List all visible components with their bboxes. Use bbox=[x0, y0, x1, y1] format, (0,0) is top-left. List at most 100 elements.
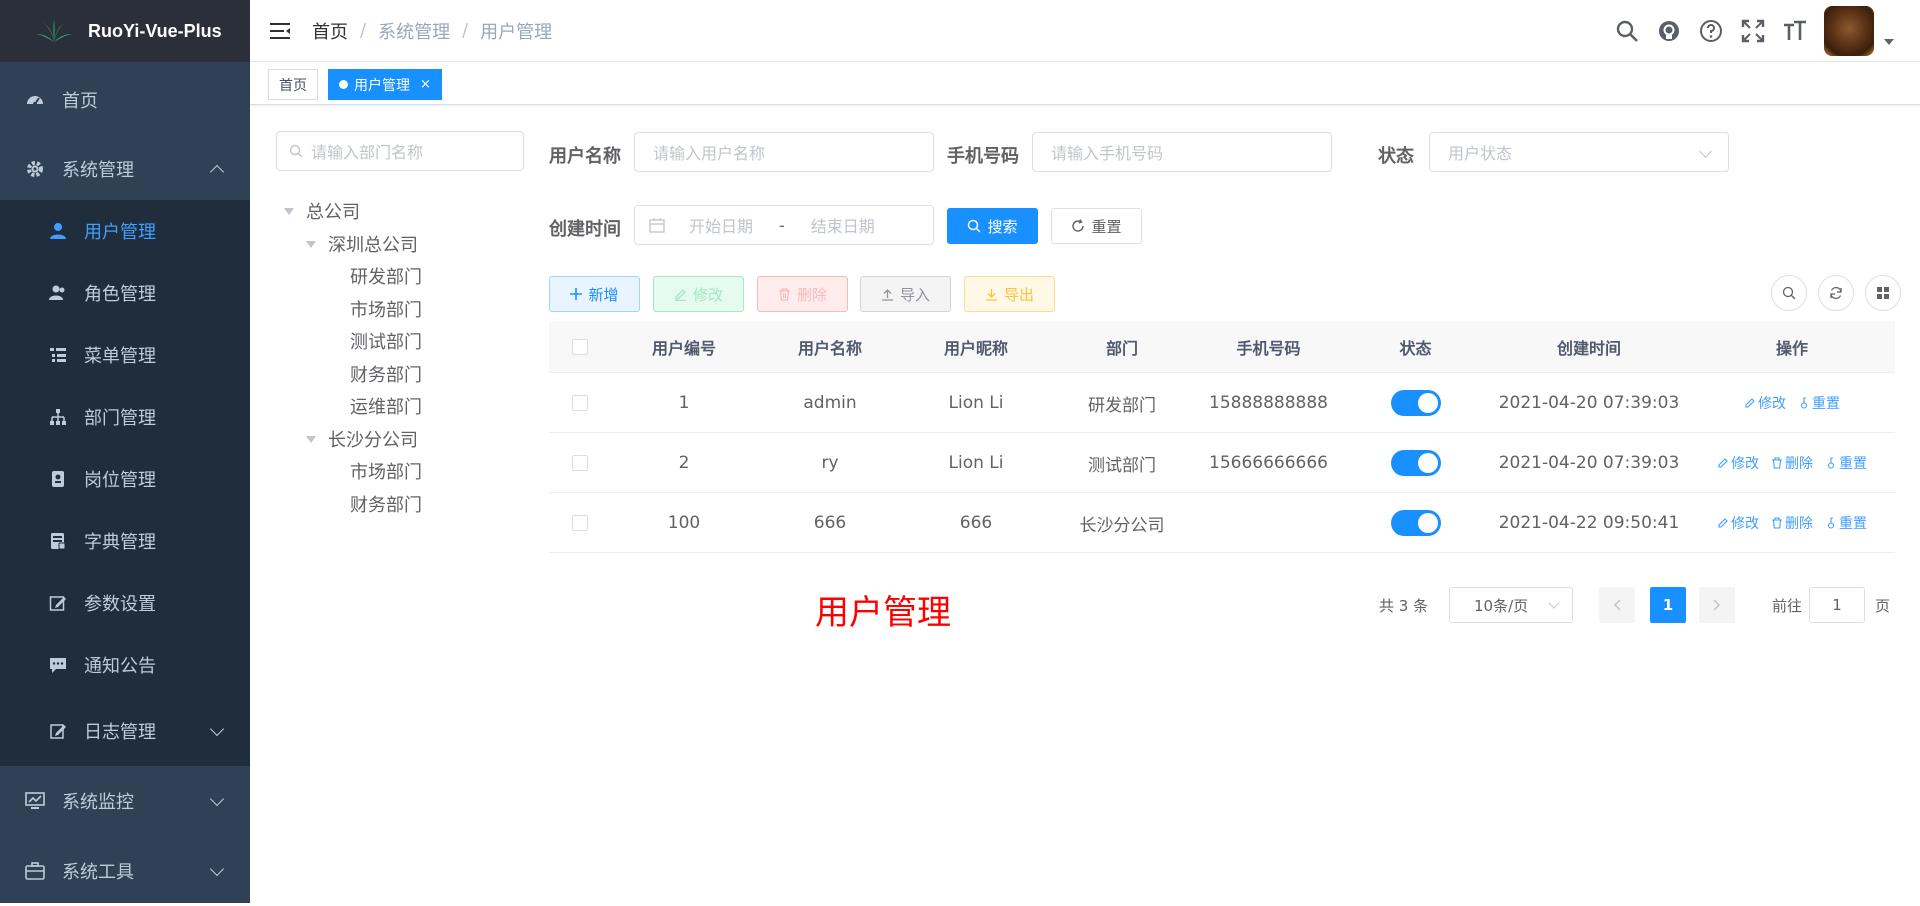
col-header: 状态 bbox=[1399, 339, 1432, 358]
hamburger-icon[interactable] bbox=[270, 22, 292, 40]
next-page-button[interactable] bbox=[1699, 587, 1735, 623]
tree-node-dept[interactable]: 市场部门 bbox=[350, 294, 422, 324]
caret-down-icon[interactable] bbox=[306, 435, 316, 443]
status-select[interactable]: 用户状态 bbox=[1429, 132, 1729, 172]
edit-link[interactable]: 修改 bbox=[1717, 513, 1759, 533]
tree-node-shenzhen[interactable]: 深圳总公司 bbox=[306, 229, 418, 259]
logo-icon bbox=[36, 19, 72, 42]
breadcrumb-home[interactable]: 首页 bbox=[312, 18, 348, 44]
status-switch[interactable] bbox=[1390, 510, 1441, 536]
font-size-icon[interactable] bbox=[1774, 10, 1816, 52]
cell-dept: 测试部门 bbox=[1088, 455, 1156, 476]
row-checkbox[interactable] bbox=[572, 515, 588, 531]
export-button[interactable]: 导出 bbox=[964, 276, 1055, 312]
avatar[interactable] bbox=[1824, 6, 1874, 56]
delete-button[interactable]: 删除 bbox=[757, 276, 848, 312]
edit-icon bbox=[1718, 518, 1728, 528]
search-icon[interactable] bbox=[1606, 10, 1648, 52]
tree-node-dept[interactable]: 财务部门 bbox=[350, 489, 422, 519]
refresh-icon bbox=[1830, 286, 1842, 300]
tag-home[interactable]: 首页 bbox=[268, 69, 318, 100]
goto-page-input[interactable]: 1 bbox=[1809, 587, 1865, 623]
edit-link[interactable]: 修改 bbox=[1717, 453, 1759, 473]
row-checkbox[interactable] bbox=[572, 395, 588, 411]
menu-item-home[interactable]: 首页 bbox=[0, 62, 250, 138]
reset-button[interactable]: 重置 bbox=[1051, 208, 1142, 244]
key-icon bbox=[1800, 397, 1808, 409]
sidebar-item-config[interactable]: 参数设置 bbox=[0, 572, 250, 634]
key-icon bbox=[1827, 517, 1835, 529]
caret-down-icon[interactable] bbox=[284, 207, 294, 215]
phone-label: 手机号码 bbox=[947, 146, 1019, 167]
refresh-button[interactable] bbox=[1818, 275, 1854, 311]
reset-password-link[interactable]: 重置 bbox=[1825, 453, 1867, 473]
caret-down-icon[interactable] bbox=[1884, 39, 1894, 45]
tree-node-dept[interactable]: 市场部门 bbox=[350, 456, 422, 486]
select-all-checkbox[interactable] bbox=[572, 339, 588, 355]
tree-node-dept[interactable]: 财务部门 bbox=[350, 359, 422, 389]
menu-item-system[interactable]: 系统管理 bbox=[0, 138, 250, 200]
edit-link[interactable]: 修改 bbox=[1744, 393, 1786, 413]
table-row: 1 admin Lion Li 研发部门 15888888888 2021-04… bbox=[549, 373, 1895, 433]
start-date-input[interactable]: 开始日期 bbox=[689, 213, 753, 237]
reset-password-link[interactable]: 重置 bbox=[1798, 393, 1840, 413]
reset-password-link[interactable]: 重置 bbox=[1825, 513, 1867, 533]
sidebar-item-menu[interactable]: 菜单管理 bbox=[0, 324, 250, 386]
sidebar-item-log[interactable]: 日志管理 bbox=[0, 696, 250, 766]
log-icon bbox=[48, 721, 68, 741]
page-size-select[interactable]: 10条/页 bbox=[1449, 587, 1573, 623]
sidebar-item-dept[interactable]: 部门管理 bbox=[0, 386, 250, 448]
sidebar-label-dict: 字典管理 bbox=[84, 532, 156, 553]
username-input[interactable]: 请输入用户名称 bbox=[634, 132, 934, 172]
status-switch[interactable] bbox=[1390, 450, 1441, 476]
message-icon bbox=[48, 655, 68, 675]
delete-link[interactable]: 删除 bbox=[1771, 513, 1813, 533]
fullscreen-icon[interactable] bbox=[1732, 10, 1774, 52]
dashboard-icon bbox=[24, 89, 46, 111]
caret-down-icon[interactable] bbox=[306, 240, 316, 248]
sidebar-label-config: 参数设置 bbox=[84, 594, 156, 615]
import-button[interactable]: 导入 bbox=[860, 276, 951, 312]
sidebar-item-dict[interactable]: 字典管理 bbox=[0, 510, 250, 572]
logo[interactable]: RuoYi-Vue-Plus bbox=[0, 0, 250, 62]
sidebar-item-post[interactable]: 岗位管理 bbox=[0, 448, 250, 510]
tags-view: 首页 用户管理 × bbox=[250, 63, 1920, 105]
trash-icon bbox=[778, 287, 791, 301]
question-icon[interactable] bbox=[1690, 10, 1732, 52]
sidebar-item-role[interactable]: 角色管理 bbox=[0, 262, 250, 324]
edit-button[interactable]: 修改 bbox=[653, 276, 744, 312]
dept-search-placeholder: 请输入部门名称 bbox=[311, 143, 424, 162]
date-range-picker[interactable]: 开始日期 - 结束日期 bbox=[634, 205, 934, 245]
tree-node-dept[interactable]: 运维部门 bbox=[350, 391, 422, 421]
row-checkbox[interactable] bbox=[572, 455, 588, 471]
add-button[interactable]: 新增 bbox=[549, 276, 640, 312]
prev-page-button[interactable] bbox=[1599, 587, 1635, 623]
page-unit-label: 页 bbox=[1875, 596, 1891, 615]
menu-item-tool[interactable]: 系统工具 bbox=[0, 836, 250, 906]
sidebar-item-notice[interactable]: 通知公告 bbox=[0, 634, 250, 696]
delete-link[interactable]: 删除 bbox=[1771, 453, 1813, 473]
table-header: 用户编号 用户名称 用户昵称 部门 手机号码 状态 创建时间 操作 bbox=[549, 321, 1895, 373]
tag-user-label: 用户管理 bbox=[354, 77, 410, 94]
tree-table-icon bbox=[48, 345, 68, 365]
tree-node-dept[interactable]: 测试部门 bbox=[350, 326, 422, 356]
page-number[interactable]: 1 bbox=[1650, 587, 1686, 623]
tag-user[interactable]: 用户管理 × bbox=[328, 69, 442, 100]
dept-search-input[interactable]: 请输入部门名称 bbox=[276, 131, 524, 171]
toggle-search-button[interactable] bbox=[1771, 275, 1807, 311]
menu-item-monitor[interactable]: 系统监控 bbox=[0, 766, 250, 836]
tree-node-dept[interactable]: 研发部门 bbox=[350, 261, 422, 291]
columns-button[interactable] bbox=[1865, 275, 1901, 311]
key-icon bbox=[1827, 457, 1835, 469]
tree-node-root[interactable]: 总公司 bbox=[284, 196, 360, 226]
dict-icon bbox=[48, 531, 68, 551]
search-button[interactable]: 搜索 bbox=[947, 208, 1038, 244]
status-switch[interactable] bbox=[1390, 390, 1441, 416]
phone-input[interactable]: 请输入手机号码 bbox=[1032, 132, 1332, 172]
github-icon[interactable] bbox=[1648, 10, 1690, 52]
tag-home-label: 首页 bbox=[279, 77, 307, 94]
close-icon[interactable]: × bbox=[420, 77, 431, 92]
sidebar-item-user[interactable]: 用户管理 bbox=[0, 200, 250, 262]
tree-node-changsha[interactable]: 长沙分公司 bbox=[306, 424, 418, 454]
end-date-input[interactable]: 结束日期 bbox=[811, 213, 875, 237]
